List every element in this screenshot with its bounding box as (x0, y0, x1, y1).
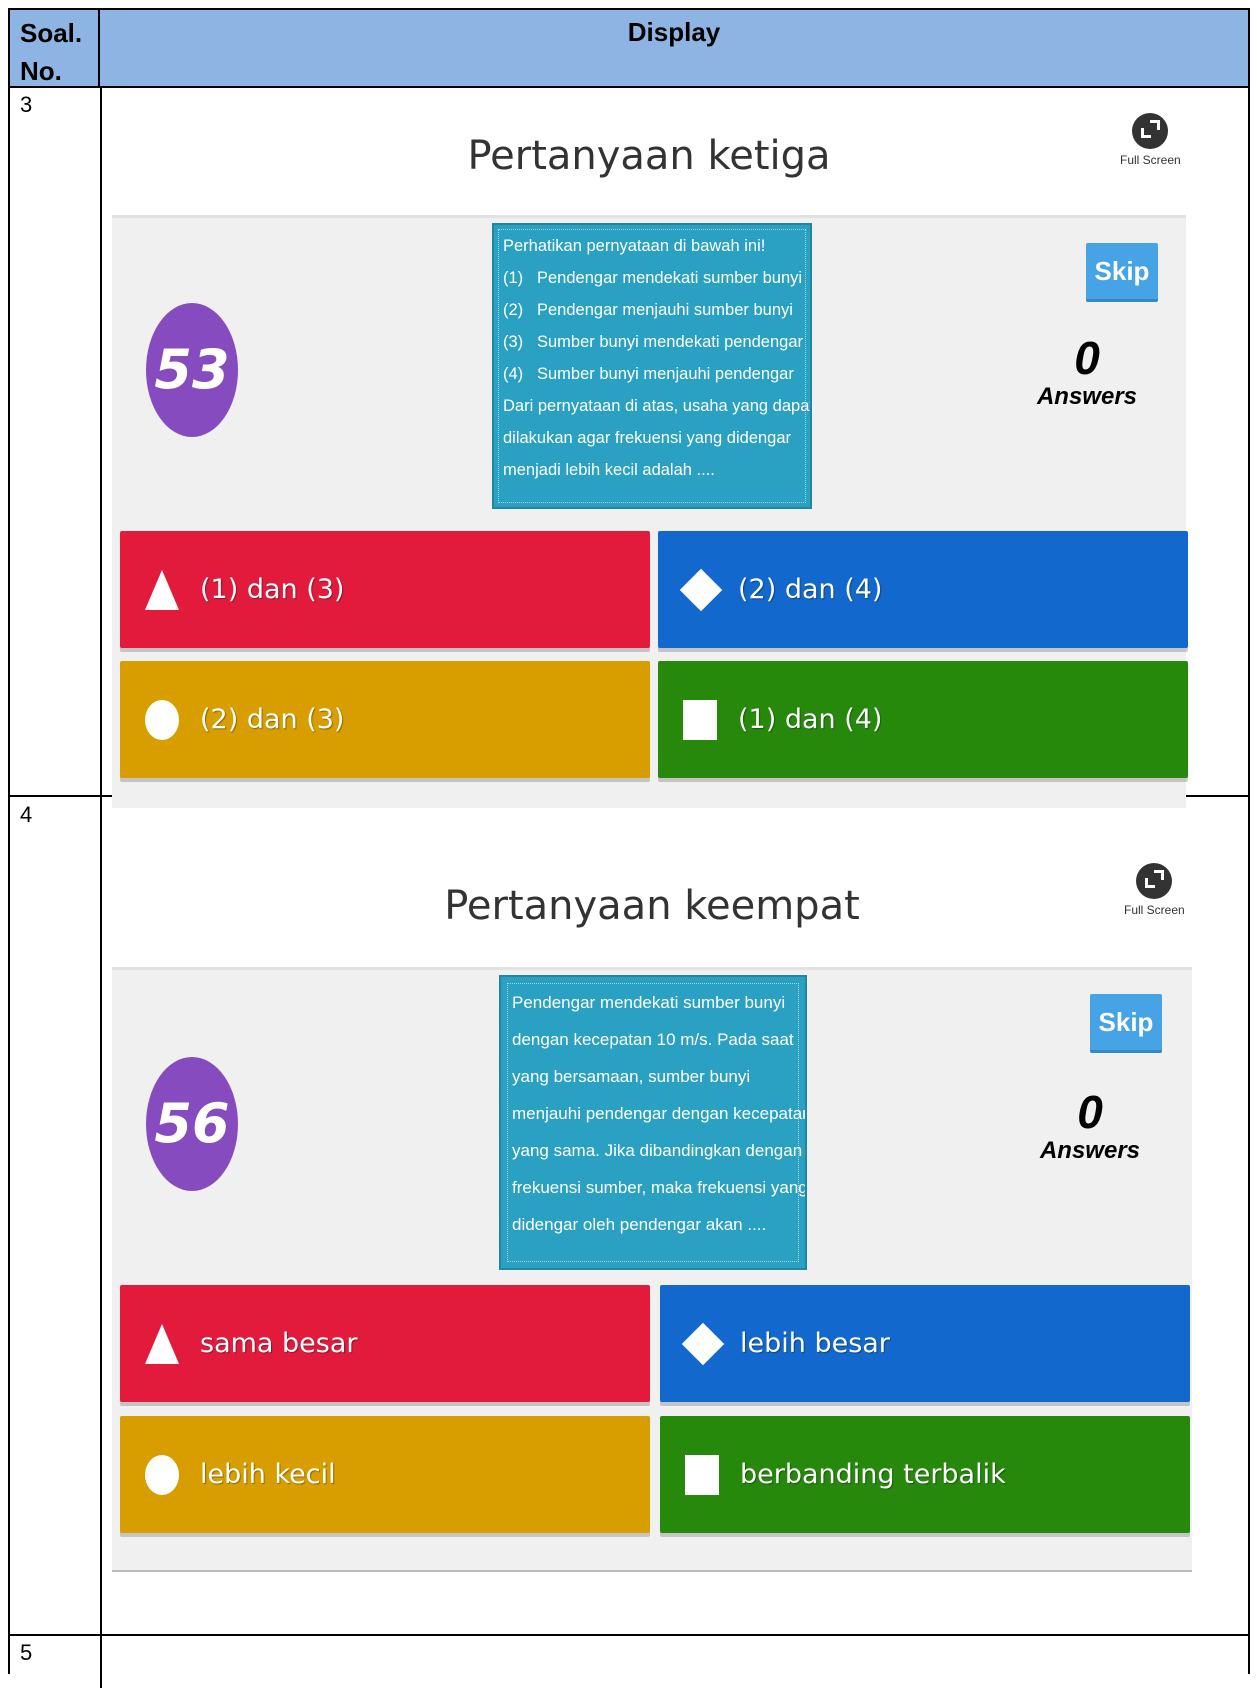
question-text-line: menjadi lebih kecil adalah .... (503, 461, 715, 479)
question-text-line: Pendengar mendekati sumber bunyi (512, 993, 786, 1012)
question-intro: Perhatikan pernyataan di bawah ini! (503, 237, 766, 255)
statement-item: (3) Sumber bunyi mendekati pendengar (503, 333, 804, 351)
question-text-line: yang sama. Jika dibandingkan dengan (512, 1141, 803, 1160)
answers-counter: 0 Answers (1027, 333, 1147, 411)
table-header: Soal. No. Display (10, 8, 1248, 88)
fullscreen-icon (1136, 863, 1172, 899)
fullscreen-button[interactable]: Full Screen (1124, 863, 1185, 917)
answer-option-2[interactable]: lebih besar (660, 1285, 1190, 1402)
header-soal-no: Soal. No. (10, 10, 100, 86)
question-text-line: dengan kecepatan 10 m/s. Pada saat (512, 1030, 794, 1049)
row-number-4: 4 (20, 802, 33, 827)
triangle-icon (145, 1323, 179, 1364)
skip-button[interactable]: Skip (1086, 243, 1158, 299)
question-text-line: didengar oleh pendengar akan .... (512, 1215, 767, 1234)
answer-option-3[interactable]: lebih kecil (120, 1416, 650, 1533)
answer-label: lebih kecil (200, 1459, 336, 1490)
answers-label: Answers (1036, 383, 1138, 410)
circle-icon (145, 699, 179, 740)
answer-label: berbanding terbalik (740, 1459, 1006, 1490)
triangle-icon (145, 569, 179, 610)
page-title: Pertanyaan keempat (444, 883, 860, 929)
answers-label: Answers (1039, 1137, 1141, 1164)
countdown-timer: 56 (146, 1057, 238, 1191)
quiz-panel-q3: Pertanyaan ketiga Full Screen 53 Perhati… (112, 93, 1188, 808)
answer-option-1[interactable]: sama besar (120, 1285, 650, 1402)
answer-label: (1) dan (4) (738, 704, 883, 735)
diamond-icon (679, 568, 723, 611)
answer-label: (2) dan (4) (738, 574, 883, 605)
fullscreen-label: Full Screen (1120, 153, 1181, 167)
answer-option-4[interactable]: berbanding terbalik (660, 1416, 1190, 1533)
answer-option-4[interactable]: (1) dan (4) (658, 661, 1188, 778)
statement-item: (2) Pendengar menjauhi sumber bunyi (503, 301, 793, 319)
answers-count: 0 (1074, 332, 1100, 384)
answer-label: (1) dan (3) (200, 574, 345, 605)
answer-label: (2) dan (3) (200, 704, 345, 735)
header-display: Display (627, 17, 721, 47)
skip-button[interactable]: Skip (1090, 994, 1162, 1050)
row-number-5: 5 (20, 1640, 33, 1665)
row-divider (10, 1634, 1248, 1636)
answer-option-3[interactable]: (2) dan (3) (120, 661, 650, 778)
countdown-timer: 53 (146, 303, 238, 437)
circle-icon (145, 1454, 179, 1495)
answers-count: 0 (1077, 1086, 1103, 1138)
answer-label: sama besar (200, 1328, 358, 1359)
square-icon (685, 1454, 719, 1495)
question-text-line: Dari pernyataan di atas, usaha yang dapa… (503, 397, 812, 415)
question-box: Pendengar mendekati sumber bunyi dengan … (499, 975, 807, 1270)
question-stage: 53 Perhatikan pernyataan di bawah ini! (… (112, 215, 1188, 808)
answer-option-2[interactable]: (2) dan (4) (658, 531, 1188, 648)
row-number-3: 3 (20, 92, 33, 117)
fullscreen-label: Full Screen (1124, 903, 1185, 917)
question-text-line: frekuensi sumber, maka frekuensi yang (512, 1178, 807, 1197)
question-text-line: menjauhi pendengar dengan kecepatan (512, 1104, 807, 1123)
fullscreen-button[interactable]: Full Screen (1120, 113, 1181, 167)
diamond-icon (681, 1322, 725, 1365)
question-box: Perhatikan pernyataan di bawah ini! (1) P… (492, 223, 812, 509)
quiz-panel-q4: Pertanyaan keempat Full Screen 56 Penden… (112, 843, 1192, 1572)
column-divider (100, 88, 102, 1688)
question-stage: 56 Pendengar mendekati sumber bunyi deng… (112, 967, 1192, 1572)
answer-option-1[interactable]: (1) dan (3) (120, 531, 650, 648)
answers-counter: 0 Answers (1030, 1087, 1150, 1165)
page-title: Pertanyaan ketiga (467, 133, 831, 179)
fullscreen-icon (1132, 113, 1168, 149)
question-text-line: dilakukan agar frekuensi yang didengar (503, 429, 792, 447)
statement-item: (4) Sumber bunyi menjauhi pendengar (503, 365, 794, 383)
square-icon (683, 699, 717, 740)
answer-label: lebih besar (740, 1328, 890, 1359)
statement-item: (1) Pendengar mendekati sumber bunyi (503, 269, 803, 287)
question-text-line: yang bersamaan, sumber bunyi (512, 1067, 751, 1086)
